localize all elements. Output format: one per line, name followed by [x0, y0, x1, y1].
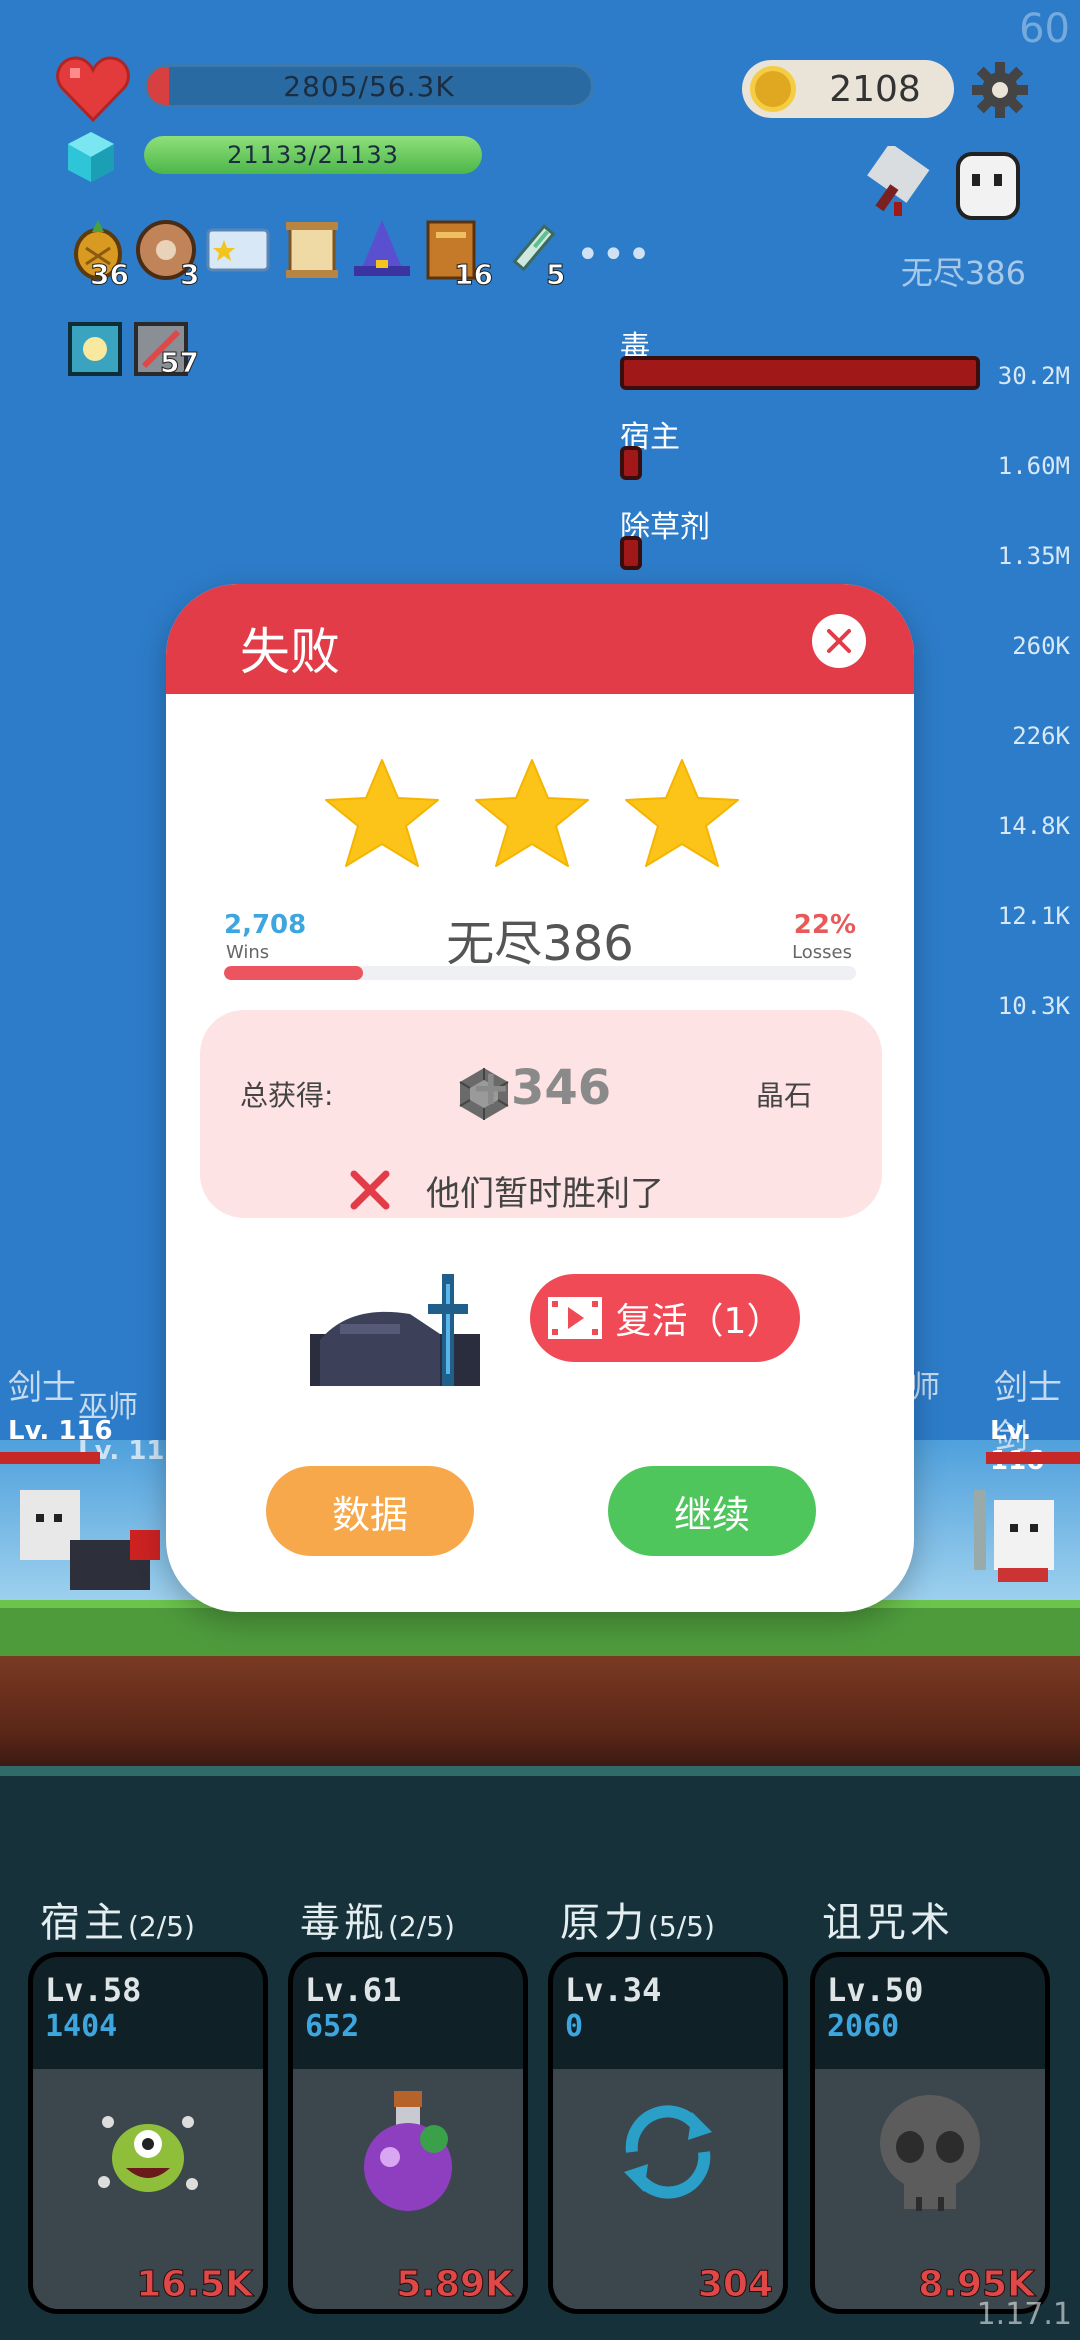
card-level: Lv.50 [827, 1971, 924, 2009]
game-screen: 剑士 巫师 Lv. 116 Lv. 116 师 剑士剑 Lv. 116 60 2… [0, 0, 1080, 2340]
skill-card-curse[interactable]: Lv.50 2060 8.95K [810, 1952, 1050, 2314]
card-title-force: 原力(5/5) [560, 1900, 715, 1946]
close-icon [827, 629, 851, 653]
revive-button[interactable]: 复活（1） [530, 1274, 800, 1362]
scroll-icon[interactable] [280, 218, 344, 282]
fail-message: 他们暂时胜利了 [426, 1174, 664, 1214]
damage-value: 30.2M [997, 362, 1070, 390]
item-count: 16 [454, 258, 494, 292]
potion-icon [364, 2091, 452, 2211]
left-enemy-hp [0, 1452, 100, 1464]
card-cost: 16.5K [136, 2264, 254, 2306]
reward-box: 总获得: +346 晶石 他们暂时胜利了 [200, 1010, 882, 1218]
active-skills: 57 [68, 322, 208, 386]
hp-bar: 2805/56.3K [144, 64, 594, 108]
item-count: 36 [90, 258, 130, 292]
revive-label: 复活（1） [615, 1301, 783, 1342]
gear-icon[interactable] [970, 60, 1030, 120]
progress-fill [224, 966, 364, 980]
card-number: 652 [305, 2009, 360, 2044]
dialog-header: 失败 [166, 584, 914, 694]
card-cost: 304 [697, 2264, 773, 2306]
defeat-dialog: 失败 2,708 Wins 无尽386 22% Losses 总获得: +346… [166, 584, 914, 1612]
ghost-icon [956, 152, 1020, 220]
coin-counter[interactable]: 2108 [742, 60, 954, 118]
win-loss-progress [224, 966, 856, 980]
card-number: 2060 [827, 2009, 900, 2044]
item-count: 3 [179, 258, 200, 292]
coin-amount: 2108 [829, 68, 921, 110]
card-number: 0 [565, 2009, 584, 2044]
right-enemy-level: Lv. 116 [990, 1416, 1044, 1476]
right-enemy-hp [986, 1452, 1080, 1464]
damage-value: 260K [1012, 632, 1070, 660]
wizard-hat-icon[interactable] [350, 218, 414, 282]
star-icon [325, 759, 439, 867]
right-knight-sprite [974, 1490, 1054, 1582]
damage-value: 1.35M [997, 542, 1070, 570]
damage-bar [620, 536, 642, 570]
dirt-ground [0, 1656, 1080, 1766]
tombstone-icon [310, 1274, 480, 1386]
mid-enemy-label: 师 [910, 1370, 940, 1405]
damage-value: 14.8K [997, 812, 1070, 840]
skull-icon [880, 2095, 980, 2211]
more-items-icon[interactable]: ••• [576, 232, 653, 278]
water-strip [0, 1766, 1080, 1776]
damage-value: 10.3K [997, 992, 1070, 1020]
card-title-poison: 毒瓶(2/5) [300, 1900, 455, 1946]
hp-text: 2805/56.3K [283, 69, 455, 103]
skill-count: 57 [160, 346, 200, 380]
damage-bar [620, 446, 642, 480]
data-button[interactable]: 数据 [266, 1466, 474, 1556]
mp-text: 21133/21133 [227, 141, 399, 169]
rating-stars [325, 759, 739, 867]
left-enemy-label: 剑士 [8, 1368, 76, 1408]
card-level: Lv.58 [45, 1971, 142, 2009]
monster-icon [98, 2116, 198, 2192]
close-button[interactable] [812, 614, 866, 668]
damage-value: 1.60M [997, 452, 1070, 480]
card-cost: 5.89K [396, 2264, 514, 2306]
cycle-icon [624, 2105, 712, 2199]
skill-card-poison[interactable]: Lv.61 652 5.89K [288, 1952, 528, 2314]
coin-icon [750, 66, 796, 112]
crystal-icon [68, 132, 114, 182]
video-ad-icon [547, 1297, 602, 1339]
card-level: Lv.61 [305, 1971, 402, 2009]
boss-icons [867, 146, 1020, 220]
fail-x-icon [350, 1170, 390, 1210]
cleaver-icon [867, 146, 930, 216]
damage-value: 226K [1012, 722, 1070, 750]
losses-percent: 22% [793, 910, 856, 940]
version-label: 1.17.1 [976, 2297, 1072, 2332]
stage-label: 无尽386 [900, 254, 1026, 292]
damage-value: 12.1K [997, 902, 1070, 930]
heart-icon [56, 56, 130, 122]
card-title-host: 宿主(2/5) [40, 1900, 195, 1946]
star-icon [625, 759, 739, 867]
damage-bar [620, 356, 980, 390]
continue-button[interactable]: 继续 [608, 1466, 816, 1556]
item-count: 5 [545, 258, 566, 292]
dialog-title: 失败 [240, 623, 340, 681]
star-card-icon[interactable] [206, 218, 270, 282]
losses-label: Losses [792, 942, 852, 963]
reward-unit: 晶石 [756, 1079, 813, 1112]
mp-bar: 21133/21133 [144, 136, 482, 174]
skill-card-force[interactable]: Lv.34 0 304 [548, 1952, 788, 2314]
card-title-curse: 诅咒术 [822, 1900, 954, 1946]
light-skill-icon[interactable] [68, 322, 122, 376]
fps-counter: 60 [1019, 6, 1070, 52]
left-knight-sprite [20, 1490, 160, 1590]
skill-card-host[interactable]: Lv.58 1404 16.5K [28, 1952, 268, 2314]
card-number: 1404 [45, 2009, 118, 2044]
card-level: Lv.34 [565, 1971, 662, 2009]
star-icon [475, 759, 589, 867]
